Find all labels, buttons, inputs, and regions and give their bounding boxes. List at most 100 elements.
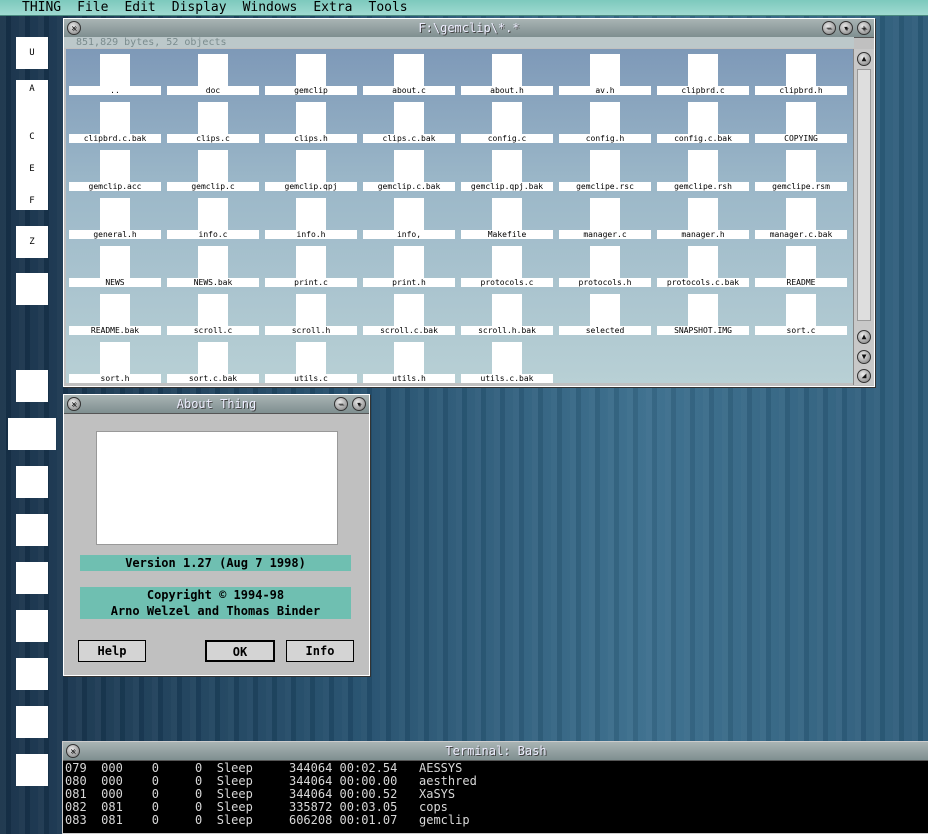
- file-name[interactable]: gemclip.acc: [69, 182, 161, 191]
- file-name[interactable]: clipbrd.h: [755, 86, 847, 95]
- file-item[interactable]: gemclip.c.bak: [363, 150, 455, 194]
- file-icon[interactable]: [198, 150, 228, 182]
- menu-item-windows[interactable]: Windows: [235, 0, 306, 15]
- file-name[interactable]: Makefile: [461, 230, 553, 239]
- file-name[interactable]: ..: [69, 86, 161, 95]
- file-name[interactable]: protocols.h: [559, 278, 651, 287]
- menu-item-file[interactable]: File: [69, 0, 116, 15]
- file-name[interactable]: gemclip.c.bak: [363, 182, 455, 191]
- file-name[interactable]: selected: [559, 326, 651, 335]
- drive-group-icon[interactable]: A C E F: [16, 80, 48, 210]
- file-name[interactable]: about.h: [461, 86, 553, 95]
- desktop-icon[interactable]: [16, 273, 48, 305]
- drive-a-label[interactable]: A: [16, 84, 48, 94]
- file-icon[interactable]: [394, 54, 424, 86]
- file-icon[interactable]: [688, 198, 718, 230]
- file-icon[interactable]: [198, 294, 228, 326]
- file-name[interactable]: info,: [363, 230, 455, 239]
- ok-button[interactable]: OK: [205, 640, 275, 662]
- desktop-icon[interactable]: [16, 706, 48, 738]
- menu-item-edit[interactable]: Edit: [116, 0, 163, 15]
- file-icon[interactable]: [100, 198, 130, 230]
- fullsize-icon[interactable]: +: [857, 21, 871, 35]
- file-item[interactable]: gemclip.qpj: [265, 150, 357, 194]
- resize-icon[interactable]: ◢: [857, 369, 871, 383]
- terminal-titlebar[interactable]: × Terminal: Bash: [63, 742, 928, 761]
- file-name[interactable]: print.h: [363, 278, 455, 287]
- file-name[interactable]: sort.c.bak: [167, 374, 259, 383]
- file-name[interactable]: print.c: [265, 278, 357, 287]
- help-button[interactable]: Help: [78, 640, 146, 662]
- file-name[interactable]: manager.c: [559, 230, 651, 239]
- file-name[interactable]: config.c: [461, 134, 553, 143]
- file-icon[interactable]: [492, 246, 522, 278]
- file-item[interactable]: gemclip.qpj.bak: [461, 150, 553, 194]
- menu-item-thing[interactable]: THING: [0, 0, 69, 15]
- scroll-thumb[interactable]: [857, 69, 871, 321]
- file-icon[interactable]: [590, 150, 620, 182]
- drive-z-icon[interactable]: Z: [16, 226, 48, 258]
- file-item[interactable]: utils.c.bak: [461, 342, 553, 386]
- file-name[interactable]: utils.c: [265, 374, 357, 383]
- file-icon[interactable]: [590, 54, 620, 86]
- file-name[interactable]: scroll.c.bak: [363, 326, 455, 335]
- file-name[interactable]: gemclip.qpj.bak: [461, 182, 553, 191]
- file-icon[interactable]: [100, 150, 130, 182]
- drive-f-label[interactable]: F: [16, 196, 48, 206]
- file-icon[interactable]: [492, 54, 522, 86]
- file-icon[interactable]: [492, 294, 522, 326]
- file-name[interactable]: manager.h: [657, 230, 749, 239]
- file-icon[interactable]: [394, 102, 424, 134]
- file-item[interactable]: clips.c.bak: [363, 102, 455, 146]
- file-name[interactable]: info.h: [265, 230, 357, 239]
- file-icon[interactable]: [590, 294, 620, 326]
- file-item[interactable]: protocols.c.bak: [657, 246, 749, 290]
- file-icon[interactable]: [394, 150, 424, 182]
- file-icon[interactable]: [786, 198, 816, 230]
- file-item[interactable]: utils.h: [363, 342, 455, 386]
- file-name[interactable]: config.c.bak: [657, 134, 749, 143]
- file-item[interactable]: scroll.h: [265, 294, 357, 338]
- file-item[interactable]: info.h: [265, 198, 357, 242]
- scroll-down-icon[interactable]: ▼: [857, 350, 871, 364]
- file-item[interactable]: gemclipe.rsc: [559, 150, 651, 194]
- file-name[interactable]: gemclipe.rsm: [755, 182, 847, 191]
- file-icon[interactable]: [786, 294, 816, 326]
- file-icon[interactable]: [688, 246, 718, 278]
- file-icon[interactable]: [100, 54, 130, 86]
- file-name[interactable]: gemclip: [265, 86, 357, 95]
- file-name[interactable]: utils.h: [363, 374, 455, 383]
- file-item[interactable]: info,: [363, 198, 455, 242]
- file-icon[interactable]: [590, 198, 620, 230]
- file-list[interactable]: .. doc gemclip about.c about.h av.h clipbrd.c c…: [66, 49, 853, 383]
- file-item[interactable]: gemclipe.rsm: [755, 150, 847, 194]
- file-item[interactable]: clipbrd.h: [755, 54, 847, 98]
- file-name[interactable]: SNAPSHOT.IMG: [657, 326, 749, 335]
- file-name[interactable]: gemclipe.rsc: [559, 182, 651, 191]
- file-item[interactable]: manager.c.bak: [755, 198, 847, 242]
- file-item[interactable]: manager.h: [657, 198, 749, 242]
- desktop-icon[interactable]: [16, 370, 48, 402]
- file-icon[interactable]: [590, 246, 620, 278]
- file-name[interactable]: manager.c.bak: [755, 230, 847, 239]
- file-item[interactable]: Makefile: [461, 198, 553, 242]
- file-icon[interactable]: [590, 102, 620, 134]
- file-icon[interactable]: [688, 150, 718, 182]
- file-name[interactable]: doc: [167, 86, 259, 95]
- file-item[interactable]: selected: [559, 294, 651, 338]
- file-name[interactable]: info.c: [167, 230, 259, 239]
- file-name[interactable]: protocols.c.bak: [657, 278, 749, 287]
- file-name[interactable]: clips.c: [167, 134, 259, 143]
- desktop-icon[interactable]: [16, 466, 48, 498]
- file-item[interactable]: scroll.c.bak: [363, 294, 455, 338]
- file-icon[interactable]: [198, 102, 228, 134]
- file-icon[interactable]: [100, 342, 130, 374]
- file-item[interactable]: about.c: [363, 54, 455, 98]
- file-item[interactable]: NEWS: [69, 246, 161, 290]
- file-name[interactable]: scroll.h.bak: [461, 326, 553, 335]
- file-item[interactable]: gemclip.c: [167, 150, 259, 194]
- menu-item-display[interactable]: Display: [164, 0, 235, 15]
- file-item[interactable]: manager.c: [559, 198, 651, 242]
- file-icon[interactable]: [296, 198, 326, 230]
- file-icon[interactable]: [492, 342, 522, 374]
